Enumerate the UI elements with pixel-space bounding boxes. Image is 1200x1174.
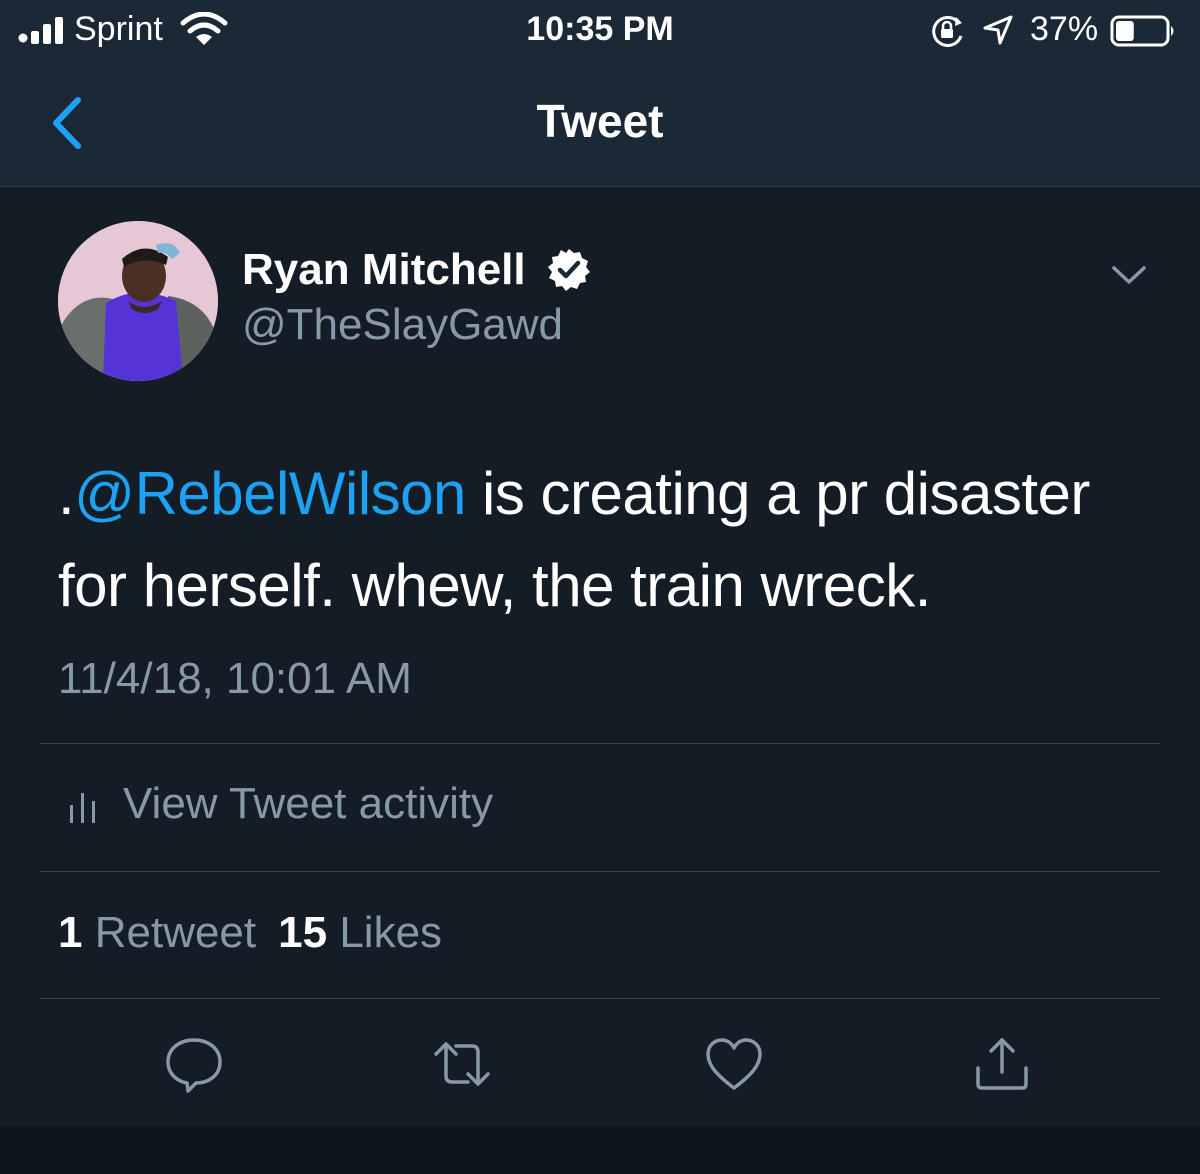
retweets-link[interactable]: 1 Retweet	[58, 908, 256, 957]
status-time: 10:35 PM	[526, 10, 674, 48]
avatar-photo	[58, 221, 218, 381]
chevron-down-icon[interactable]	[1108, 258, 1150, 292]
tweet-timestamp: 11/4/18, 10:01 AM	[58, 654, 412, 703]
retweets-label: Retweet	[94, 908, 257, 957]
status-bar: Sprint 10:35 PM 37%	[0, 0, 1200, 64]
top-bar: Sprint 10:35 PM 37% Tweet	[0, 0, 1200, 187]
page-title: Tweet	[536, 95, 664, 147]
retweets-count: 1	[58, 908, 83, 957]
tweet-text: .@RebelWilson is creating a pr disaster …	[58, 448, 1158, 632]
author-handle[interactable]: @TheSlayGawd	[242, 300, 563, 350]
analytics-icon	[70, 793, 95, 823]
bottom-bar	[0, 1126, 1200, 1174]
likes-count: 15	[278, 908, 328, 957]
likes-label: Likes	[339, 908, 443, 957]
location-icon	[983, 15, 1013, 45]
verified-badge-icon	[548, 249, 590, 291]
retweet-icon[interactable]	[432, 1034, 492, 1094]
battery-percentage: 37%	[1030, 10, 1099, 48]
divider	[40, 743, 1160, 744]
rotation-lock-icon	[932, 16, 963, 47]
reply-icon[interactable]	[164, 1034, 224, 1094]
engagement-stats: 1 Retweet 15 Likes	[58, 908, 442, 958]
tweet-detail-screen: Sprint 10:35 PM 37% Tweet Ryan Mitchell …	[0, 0, 1200, 1174]
author-display-name[interactable]: Ryan Mitchell	[242, 245, 526, 295]
divider	[40, 871, 1160, 872]
divider	[40, 998, 1160, 999]
likes-link[interactable]: 15 Likes	[278, 908, 442, 957]
tweet-actions-bar	[0, 1000, 1200, 1126]
navigation-bar: Tweet	[0, 64, 1200, 186]
like-icon[interactable]	[704, 1034, 764, 1094]
share-icon[interactable]	[972, 1034, 1032, 1094]
mention-link[interactable]: @RebelWilson	[74, 460, 466, 527]
view-tweet-activity-label: View Tweet activity	[123, 779, 494, 828]
battery-icon	[1110, 15, 1174, 47]
avatar[interactable]	[58, 221, 218, 381]
tweet-text-prefix: .	[58, 460, 75, 527]
